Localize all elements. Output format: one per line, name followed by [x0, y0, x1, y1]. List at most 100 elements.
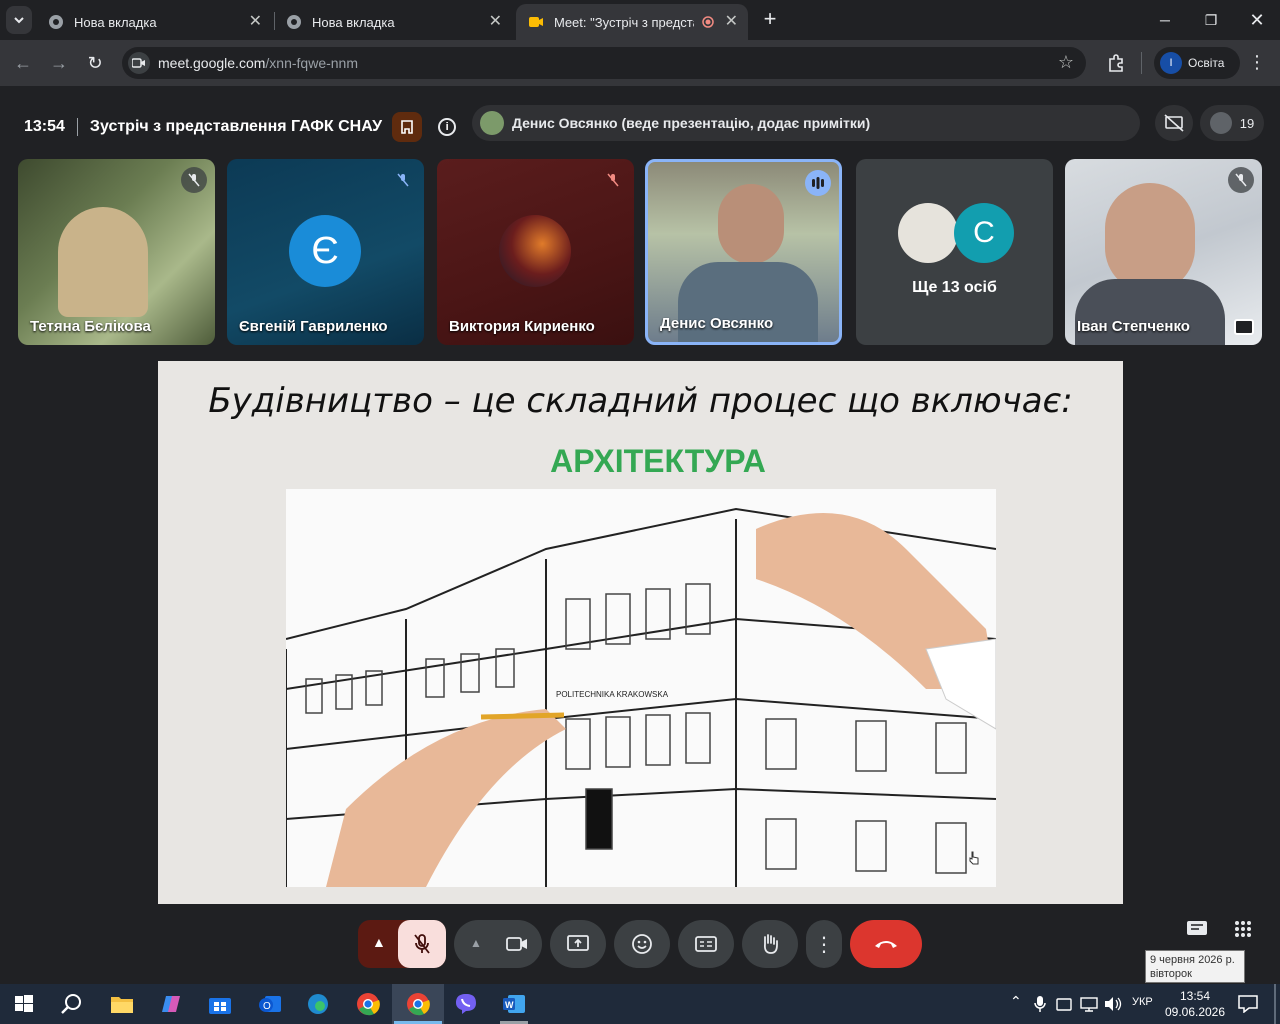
- participant-tile[interactable]: Виктория Кириенко: [437, 159, 634, 345]
- host-controls-button[interactable]: [392, 112, 423, 142]
- start-button[interactable]: [10, 990, 38, 1018]
- header-divider: [76, 118, 78, 136]
- tab-search-button[interactable]: [6, 6, 32, 34]
- participant-name: Тетяна Бєлікова: [30, 318, 151, 335]
- participant-video: [58, 207, 148, 317]
- camera-control-group: ▲: [454, 920, 542, 968]
- picture-in-picture-icon[interactable]: [1234, 319, 1254, 335]
- participant-name: Виктория Кириенко: [449, 318, 595, 335]
- hide-presentation-button[interactable]: [1155, 105, 1193, 141]
- clock-time: 13:54: [1179, 989, 1211, 1003]
- restore-button[interactable]: ❐: [1196, 8, 1226, 32]
- input-language[interactable]: УКР: [1132, 996, 1153, 1008]
- avatar: [898, 203, 958, 263]
- search-button[interactable]: [58, 990, 86, 1018]
- close-icon[interactable]: ✕: [725, 14, 738, 30]
- browser-tab-1[interactable]: Нова вкладка ✕: [36, 4, 272, 40]
- info-icon[interactable]: i: [438, 118, 457, 136]
- viber-button[interactable]: [452, 990, 480, 1018]
- avatar: Є: [289, 215, 361, 287]
- chrome-menu-icon[interactable]: ⋮: [1248, 52, 1266, 73]
- leave-call-button[interactable]: [850, 920, 922, 968]
- participant-tile[interactable]: Тетяна Бєлікова: [18, 159, 215, 345]
- participant-tile[interactable]: Іван Степченко: [1065, 159, 1262, 345]
- activities-grid-icon[interactable]: [1234, 920, 1252, 938]
- file-explorer-button[interactable]: [108, 990, 136, 1018]
- taskbar-clock[interactable]: 13:54 09.06.2026: [1160, 988, 1230, 1020]
- profile-chip[interactable]: І Освіта: [1154, 47, 1240, 79]
- bookmark-star-icon[interactable]: ☆: [1058, 52, 1074, 73]
- forward-button[interactable]: →: [48, 52, 70, 74]
- show-hidden-icons-chevron-icon[interactable]: ⌃: [1010, 993, 1022, 1010]
- mic-off-icon: [390, 167, 416, 193]
- present-screen-button[interactable]: [550, 920, 606, 968]
- reactions-button[interactable]: [614, 920, 670, 968]
- present-screen-icon: [567, 935, 589, 951]
- tab-title: Нова вкладка: [74, 14, 157, 30]
- date-tooltip: 9 червня 2026 р. вівторок: [1145, 950, 1245, 983]
- reload-button[interactable]: ↻: [84, 52, 106, 74]
- microphone-icon[interactable]: [1034, 995, 1046, 1013]
- meet-now-icon[interactable]: [1056, 996, 1072, 1012]
- edge-button[interactable]: [304, 990, 332, 1018]
- toolbar-divider: [1141, 52, 1142, 74]
- meet-favicon-icon: [529, 17, 543, 27]
- chrome-profile-button[interactable]: [404, 990, 432, 1018]
- captions-button[interactable]: [678, 920, 734, 968]
- address-bar[interactable]: meet.google.com /xnn-fqwe-nnm ☆: [122, 47, 1086, 79]
- meeting-title: Зустріч з представлення ГАФК СНАУ: [89, 118, 383, 135]
- browser-tab-2[interactable]: Нова вкладка ✕: [274, 4, 512, 40]
- chrome-favicon-icon: [287, 15, 301, 29]
- word-icon: W: [503, 995, 525, 1013]
- people-avatars-icon: [1209, 112, 1232, 134]
- camera-icon[interactable]: [506, 935, 528, 953]
- show-desktop-button[interactable]: [1274, 984, 1276, 1024]
- outlook-button[interactable]: O: [256, 990, 284, 1018]
- window-close-button[interactable]: ✕: [1242, 8, 1272, 32]
- edge-icon: [308, 994, 328, 1014]
- browser-toolbar: ← → ↻ meet.google.com /xnn-fqwe-nnm ☆ І …: [0, 40, 1280, 86]
- participant-name: Євгеній Гавриленко: [239, 318, 388, 335]
- outlook-icon: O: [259, 996, 281, 1012]
- network-icon[interactable]: [1080, 996, 1098, 1012]
- browser-tab-3-active[interactable]: Meet: "Зустріч з представл ✕: [516, 4, 748, 40]
- participant-tile[interactable]: Є Євгеній Гавриленко: [227, 159, 424, 345]
- url-host: meet.google.com: [158, 55, 266, 71]
- close-icon[interactable]: ✕: [489, 14, 502, 30]
- word-button[interactable]: W: [500, 990, 528, 1018]
- raise-hand-button[interactable]: [742, 920, 798, 968]
- notifications-icon[interactable]: [1238, 995, 1258, 1013]
- avatar: [499, 215, 571, 287]
- copilot-button[interactable]: [158, 990, 186, 1018]
- participant-tile-speaking[interactable]: Денис Овсянко: [645, 159, 842, 345]
- presenter-banner[interactable]: Денис Овсянко (веде презентацію, додає п…: [472, 105, 1140, 141]
- url-path: /xnn-fqwe-nnm: [265, 55, 358, 71]
- chrome-icon: [357, 993, 380, 1016]
- store-button[interactable]: [206, 990, 234, 1018]
- building-sketch: POLITECHNIKA KRAKOWSKA: [286, 507, 996, 887]
- avatar: С: [954, 203, 1014, 263]
- mic-off-icon: [181, 167, 207, 193]
- audio-options-chevron-icon[interactable]: ▲: [372, 934, 386, 950]
- people-button[interactable]: 19: [1200, 105, 1264, 141]
- volume-icon[interactable]: [1104, 996, 1122, 1012]
- more-options-icon[interactable]: ⋮: [806, 920, 842, 968]
- video-options-chevron-icon[interactable]: ▲: [470, 936, 482, 950]
- site-info-icon[interactable]: [128, 52, 150, 74]
- new-tab-button[interactable]: +: [758, 6, 782, 34]
- back-button[interactable]: ←: [12, 52, 34, 74]
- minimize-button[interactable]: ─: [1150, 8, 1180, 32]
- audio-level-icon: [805, 170, 831, 196]
- chat-icon[interactable]: [1186, 920, 1208, 938]
- recording-icon: [702, 16, 714, 28]
- captions-icon: [695, 936, 717, 952]
- participant-count: 19: [1239, 115, 1255, 131]
- slide-subheading: АРХІТЕКТУРА: [550, 443, 766, 479]
- mic-toggle-button[interactable]: [398, 920, 446, 968]
- slide-heading: Будівництво – це складний процес що вклю…: [208, 381, 1073, 421]
- more-participants-tile[interactable]: С Ще 13 осіб: [856, 159, 1053, 345]
- chrome-button[interactable]: [354, 990, 382, 1018]
- mic-control-group: ▲: [358, 920, 446, 968]
- close-icon[interactable]: ✕: [249, 14, 262, 30]
- extensions-icon[interactable]: [1106, 53, 1126, 73]
